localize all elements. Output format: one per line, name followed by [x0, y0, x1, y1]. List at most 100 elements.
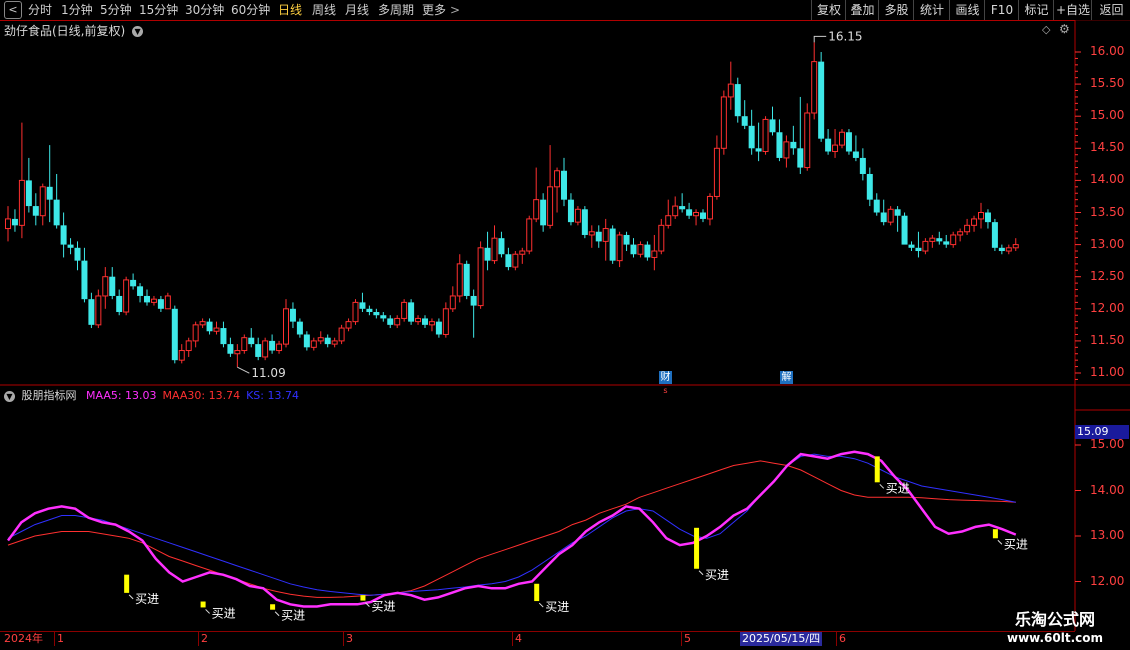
- candle-body: [269, 340, 276, 351]
- candle: [790, 125, 797, 155]
- candle: [95, 289, 102, 329]
- candle-body: [741, 116, 748, 126]
- candle: [526, 215, 533, 255]
- candle-body: [845, 132, 852, 152]
- candle-body: [783, 141, 790, 159]
- candle: [922, 238, 929, 255]
- candle-body: [609, 228, 616, 261]
- candle-body: [157, 299, 164, 309]
- candle: [644, 241, 651, 261]
- candle-body: [477, 247, 484, 307]
- candle-body: [331, 340, 338, 345]
- buy-signal-bar: [360, 595, 366, 601]
- candle-body: [818, 61, 825, 139]
- candle-body: [74, 247, 81, 261]
- candle-body: [908, 244, 915, 248]
- candle: [25, 157, 32, 213]
- candle: [199, 318, 206, 329]
- candle-body: [623, 234, 630, 245]
- candle: [435, 318, 442, 338]
- candle-body: [470, 295, 477, 306]
- buy-signal-bar: [992, 529, 998, 539]
- high-marker: [813, 35, 827, 43]
- candle: [1012, 238, 1019, 252]
- buy-signal-pointer: [698, 570, 704, 576]
- price-axis-label: 14.00: [1090, 172, 1125, 187]
- candle: [39, 183, 46, 226]
- candle: [706, 193, 713, 226]
- candle-body: [359, 302, 366, 309]
- indicator-axis-label: 15.00: [1090, 437, 1125, 451]
- candle-body: [512, 253, 519, 268]
- candle: [547, 145, 554, 229]
- buy-signal-bar: [534, 583, 540, 602]
- candle-body: [679, 206, 686, 210]
- candle: [220, 321, 227, 348]
- candle: [720, 90, 727, 155]
- candle-body: [602, 228, 609, 242]
- candle-body: [234, 350, 241, 355]
- candle-body: [915, 247, 922, 252]
- candle: [456, 254, 463, 303]
- candle-body: [727, 83, 734, 98]
- candle: [811, 42, 818, 120]
- candle: [554, 167, 561, 213]
- event-badge[interactable]: 解: [780, 371, 793, 384]
- candle: [901, 212, 908, 245]
- candle: [686, 202, 693, 219]
- candle: [602, 218, 609, 261]
- candle: [533, 167, 540, 223]
- candle: [700, 209, 706, 223]
- candle-body: [289, 308, 296, 322]
- price-axis-label: 16.00: [1090, 44, 1125, 58]
- candle: [60, 212, 67, 258]
- candle-body: [533, 199, 540, 220]
- candle-body: [46, 186, 53, 200]
- candle: [157, 295, 164, 313]
- candle: [727, 61, 734, 110]
- candle-body: [991, 222, 998, 248]
- candle: [248, 328, 255, 348]
- candle-body: [387, 318, 394, 325]
- candle-body: [519, 250, 526, 255]
- buy-signal-label: 买进: [886, 481, 910, 495]
- kline-chart[interactable]: 16.1511.09 买进买进 买进买进 买进买进买进买进: [0, 0, 1130, 650]
- candle: [470, 289, 477, 338]
- buy-signal-label: 买进: [1004, 537, 1028, 551]
- candle-body: [505, 254, 512, 268]
- date-month: 2: [198, 632, 208, 646]
- candle: [373, 308, 380, 319]
- candle: [908, 241, 915, 252]
- candle: [574, 206, 581, 226]
- candle-body: [248, 337, 255, 345]
- candle: [804, 103, 811, 171]
- candle: [971, 215, 978, 232]
- buy-signal-label: 买进: [705, 568, 729, 582]
- candle-body: [755, 148, 762, 152]
- candle-body: [130, 279, 137, 287]
- candle: [964, 218, 971, 235]
- event-badge[interactable]: 财s: [659, 371, 672, 395]
- buy-signal-bar: [694, 527, 700, 569]
- candle: [289, 302, 296, 329]
- candle-body: [859, 157, 866, 174]
- candle-body: [144, 295, 150, 303]
- candle-body: [192, 324, 199, 342]
- candle: [609, 225, 616, 264]
- candle: [255, 337, 262, 361]
- candle: [415, 315, 422, 325]
- buy-signal: 买进: [124, 574, 159, 606]
- candle-body: [206, 321, 213, 332]
- candle: [206, 318, 213, 335]
- candle-body: [255, 344, 262, 357]
- candle-body: [394, 317, 401, 326]
- candle: [581, 206, 588, 239]
- candle-body: [199, 321, 206, 326]
- candle: [338, 324, 345, 345]
- buy-signal-pointer: [879, 483, 885, 489]
- buy-signal-bar: [124, 574, 130, 593]
- candle-body: [567, 199, 574, 223]
- date-month: 5: [681, 632, 691, 646]
- price-axis-label: 14.50: [1090, 140, 1125, 155]
- buy-signal-label: 买进: [545, 600, 569, 614]
